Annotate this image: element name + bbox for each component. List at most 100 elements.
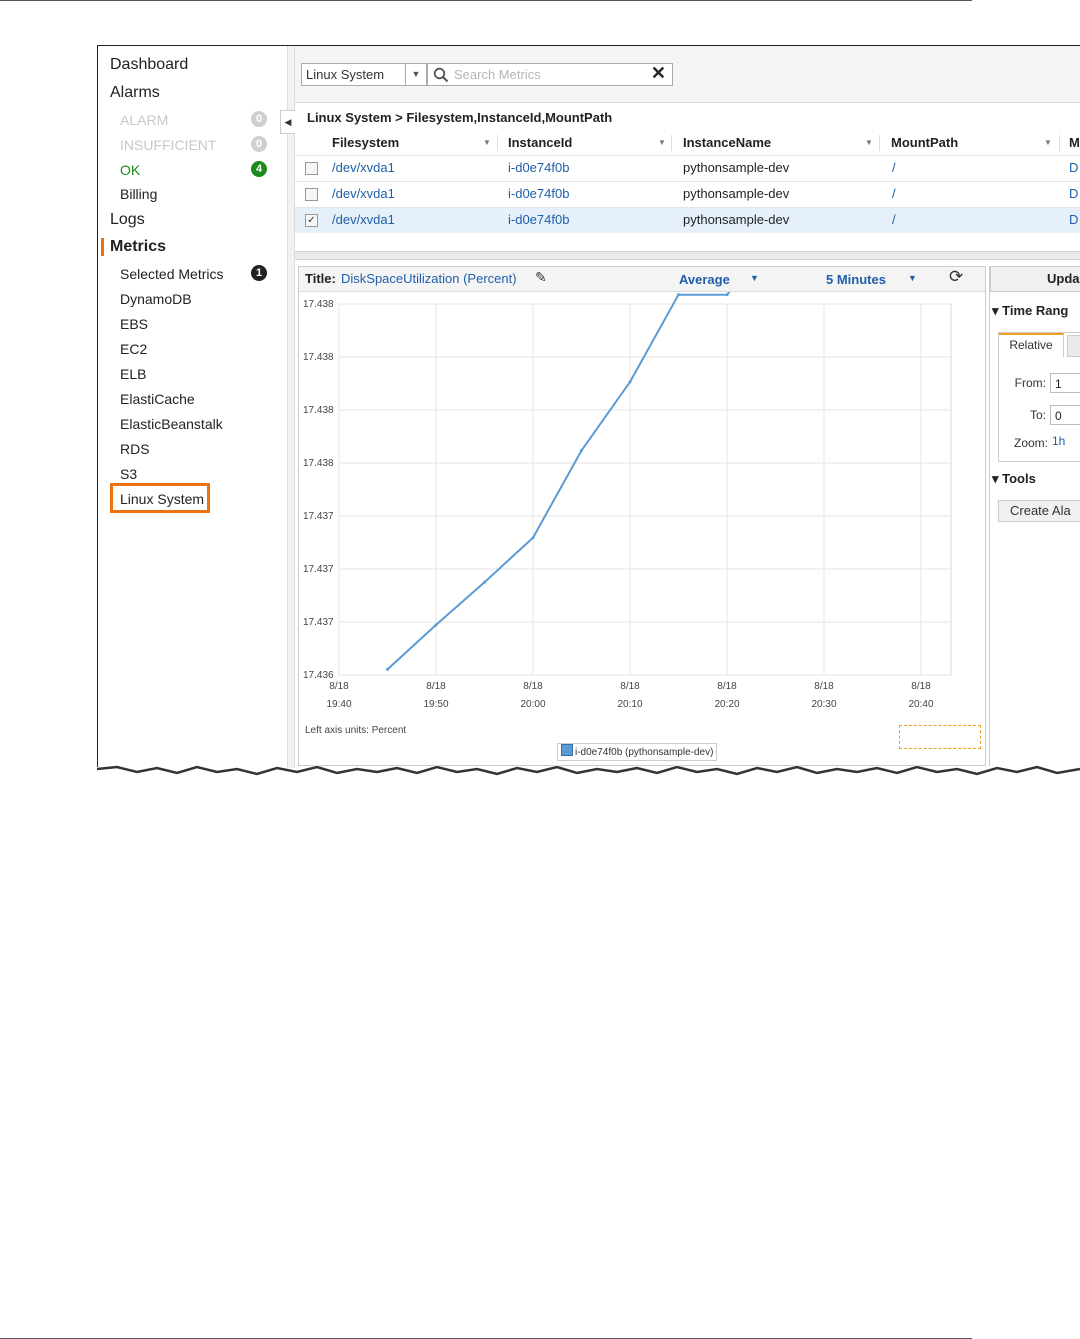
tab-relative[interactable]: Relative [999,333,1064,357]
column-header-filesystem[interactable]: Filesystem [332,131,399,155]
sidebar-item-elasticache[interactable]: ElastiCache [120,391,195,407]
graph-panel: Title: DiskSpaceUtilization (Percent) ✎ … [298,266,986,766]
data-point [531,536,535,540]
sort-icon[interactable]: ▼ [658,131,666,155]
x-tick-date: 8/18 [620,681,640,692]
cell-instanceid[interactable]: i-d0e74f0b [508,160,569,175]
to-label: To: [1029,408,1046,422]
update-graph-button[interactable]: Upda [990,266,1080,292]
cell-filesystem[interactable]: /dev/xvda1 [332,186,395,201]
sort-icon[interactable]: ▼ [865,131,873,155]
from-input[interactable]: 1 [1050,373,1080,393]
pane-splitter[interactable] [295,251,1080,260]
sort-icon[interactable]: ▼ [483,131,491,155]
period-dropdown[interactable]: 5 Minutes [826,272,886,287]
tab-absolute[interactable] [1067,335,1080,357]
axis-units-note: Left axis units: Percent [305,725,407,736]
collapse-sidebar-icon[interactable]: ◀ [280,110,296,134]
cell-instanceid[interactable]: i-d0e74f0b [508,186,569,201]
cell-mountpath[interactable]: / [892,186,896,201]
cell-metric[interactable]: D [1069,212,1078,227]
sidebar-item-insufficient[interactable]: INSUFFICIENT [120,137,216,153]
refresh-icon[interactable]: ⟳ [949,267,963,287]
cell-filesystem[interactable]: /dev/xvda1 [332,160,395,175]
sidebar-item-metrics[interactable]: Metrics [110,238,166,256]
graph-options-panel: Upda ▾ Time Rang Relative From: 1 To: 0 … [989,266,1080,766]
sort-icon[interactable]: ▼ [1044,131,1052,155]
y-tick-label: 17.437 [303,511,334,522]
namespace-select[interactable]: Linux System ▼ [301,63,427,86]
to-input[interactable]: 0 [1050,405,1080,425]
clear-search-icon[interactable]: ✕ [651,63,666,84]
x-tick-date: 8/18 [426,681,446,692]
x-tick-time: 20:10 [617,699,642,710]
sidebar-item-logs[interactable]: Logs [110,211,145,229]
cell-instancename: pythonsample-dev [683,160,790,175]
column-header-mountpath[interactable]: MountPath [891,131,958,155]
sidebar-item-elb[interactable]: ELB [120,366,146,382]
chevron-down-icon[interactable]: ▼ [908,273,917,283]
zoom-link[interactable]: 1h [1052,434,1065,448]
search-input[interactable]: Search Metrics ✕ [427,63,673,86]
data-point [386,667,389,671]
sidebar-item-rds[interactable]: RDS [120,441,150,457]
x-tick-date: 8/18 [329,681,349,692]
table-row-selected[interactable]: ✓ /dev/xvda1 i-d0e74f0b pythonsample-dev… [295,207,1080,233]
time-range-section[interactable]: ▾ Time Rang [992,303,1068,319]
cell-metric[interactable]: D [1069,186,1078,201]
sidebar-item-ec2[interactable]: EC2 [120,341,147,357]
linux-system-highlight-box [110,483,210,513]
x-tick-date: 8/18 [814,681,834,692]
row-checkbox[interactable] [305,162,318,175]
x-tick-time: 20:00 [520,699,545,710]
tools-section[interactable]: ▾ Tools [992,471,1036,487]
column-header-instanceid[interactable]: InstanceId [508,131,572,155]
graph-title[interactable]: DiskSpaceUtilization (Percent) [341,271,517,286]
sidebar-divider[interactable] [287,46,295,768]
sidebar-item-dynamodb[interactable]: DynamoDB [120,291,192,307]
statistic-dropdown[interactable]: Average [679,272,730,287]
sidebar-item-alarm[interactable]: ALARM [120,112,168,128]
dropdown-arrow-icon[interactable]: ▼ [405,64,426,85]
plot-area [338,303,952,676]
sidebar-item-selected-metrics[interactable]: Selected Metrics [120,266,223,282]
data-point [725,293,729,297]
cell-mountpath[interactable]: / [892,212,896,227]
sidebar-item-ok[interactable]: OK [120,162,140,178]
cell-instancename: pythonsample-dev [683,186,790,201]
y-tick-label: 17.438 [303,405,334,416]
row-checkbox-checked[interactable]: ✓ [305,214,318,227]
row-checkbox[interactable] [305,188,318,201]
metrics-main: Linux System ▼ Search Metrics ✕ Linux Sy… [295,46,1080,768]
data-point [628,380,632,384]
cell-filesystem[interactable]: /dev/xvda1 [332,212,395,227]
sidebar-item-s3[interactable]: S3 [120,466,137,482]
edit-pencil-icon[interactable]: ✎ [535,269,547,286]
breadcrumb: Linux System > Filesystem,InstanceId,Mou… [307,110,613,125]
cell-mountpath[interactable]: / [892,160,896,175]
x-tick-time: 19:50 [423,699,448,710]
search-bar: Linux System ▼ Search Metrics ✕ [295,46,1080,103]
column-header-metric[interactable]: M [1069,131,1080,155]
y-tick-label: 17.436 [303,670,334,681]
sidebar-item-dashboard[interactable]: Dashboard [110,56,188,74]
sidebar-item-ebs[interactable]: EBS [120,316,148,332]
graph-header: Title: DiskSpaceUtilization (Percent) ✎ … [299,267,985,292]
x-tick-date: 8/18 [911,681,931,692]
cell-instanceid[interactable]: i-d0e74f0b [508,212,569,227]
sidebar-item-elasticbeanstalk[interactable]: ElasticBeanstalk [120,416,223,432]
table-row[interactable]: /dev/xvda1 i-d0e74f0b pythonsample-dev /… [295,155,1080,181]
x-tick-time: 19:40 [326,699,351,710]
data-point [677,293,680,297]
cell-metric[interactable]: D [1069,160,1078,175]
sidebar-item-alarms[interactable]: Alarms [110,84,160,102]
search-icon [433,67,449,83]
page-top-rule [0,0,972,1]
table-row[interactable]: /dev/xvda1 i-d0e74f0b pythonsample-dev /… [295,181,1080,207]
create-alarm-button[interactable]: Create Ala [998,500,1080,522]
chevron-down-icon[interactable]: ▼ [750,273,759,283]
column-header-instancename[interactable]: InstanceName [683,131,771,155]
sidebar-item-billing[interactable]: Billing [120,186,157,202]
ok-count-badge: 4 [251,161,267,177]
active-section-marker [101,238,104,256]
